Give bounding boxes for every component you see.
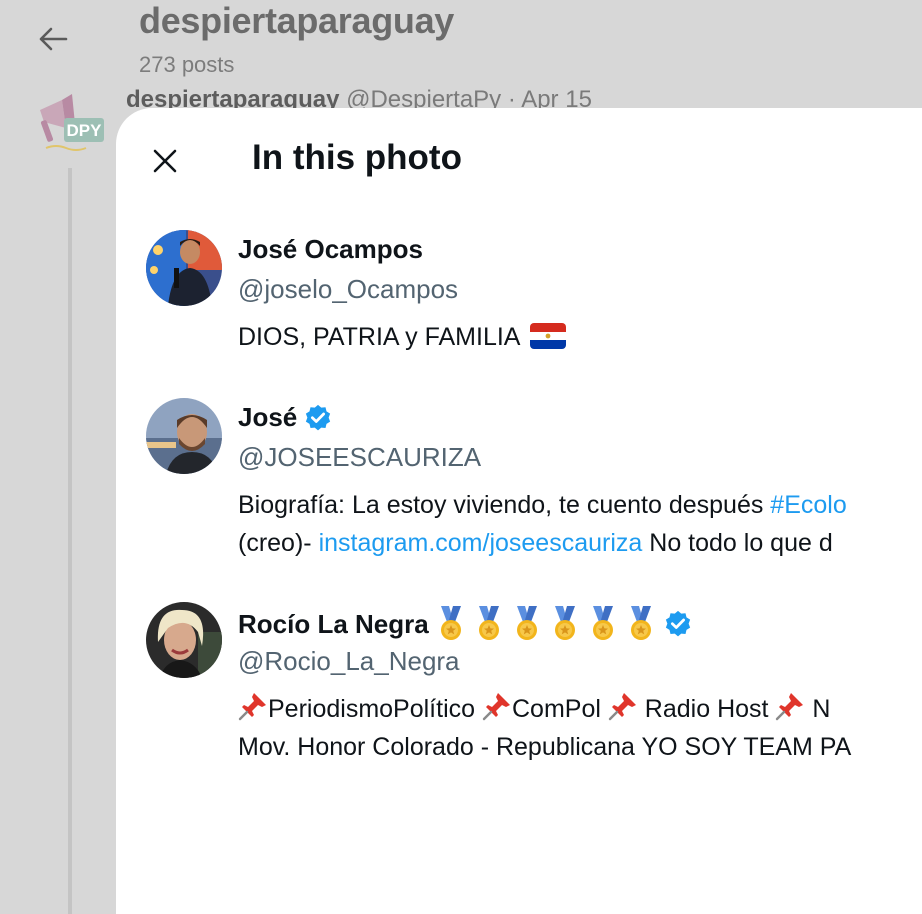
- bio-tag: ComPol: [511, 695, 601, 723]
- profile-avatar[interactable]: DPY: [32, 88, 106, 154]
- back-arrow-icon[interactable]: [36, 22, 70, 56]
- bio-tag: PeriodismoPolítico: [268, 695, 476, 723]
- person-handle[interactable]: @Rocio_La_Negra: [238, 646, 460, 677]
- avatar[interactable]: [146, 230, 222, 306]
- profile-title: despiertaparaguay: [139, 0, 455, 41]
- paraguay-flag-icon: [530, 323, 567, 349]
- pushpin-icon: [608, 693, 636, 721]
- person-bio: Biografía: La estoy viviendo, te cuento …: [238, 491, 847, 557]
- medal-icon: [554, 606, 575, 640]
- svg-text:DPY: DPY: [67, 121, 103, 140]
- close-button[interactable]: [144, 140, 186, 182]
- bio-tag: Radio Host: [637, 695, 769, 723]
- person-bio: DIOS, PATRIA y FAMILIA: [238, 318, 567, 356]
- in-this-photo-modal: In this photo José Ocampos @joselo_Ocamp…: [116, 108, 922, 914]
- person-handle[interactable]: @joselo_Ocampos: [238, 274, 458, 305]
- person-name[interactable]: José: [238, 402, 333, 433]
- person-name[interactable]: José Ocampos: [238, 234, 423, 265]
- medal-emoji-group: [435, 606, 657, 642]
- verified-badge-icon: [306, 404, 331, 430]
- post-count: 273 posts: [139, 52, 235, 77]
- avatar[interactable]: [146, 602, 222, 678]
- close-icon: [153, 149, 177, 173]
- avatar[interactable]: [146, 398, 222, 474]
- medal-icon: [630, 606, 651, 640]
- medal-icon: [440, 606, 461, 640]
- person-handle[interactable]: @JOSEESCAURIZA: [238, 442, 481, 473]
- verified-badge-icon: [665, 610, 690, 637]
- hashtag-link[interactable]: #Ecolo: [770, 491, 846, 519]
- modal-title: In this photo: [252, 138, 462, 177]
- medal-icon: [516, 606, 537, 640]
- pushpin-icon: [482, 693, 510, 721]
- pushpin-icon: [238, 693, 266, 721]
- pushpin-icon: [776, 693, 804, 721]
- instagram-link[interactable]: instagram.com/joseescauriza: [319, 529, 643, 557]
- bio-line: PeriodismoPolítico ComPol Radio Host N: [238, 690, 851, 728]
- medal-icon: [592, 606, 613, 640]
- medal-icon: [478, 606, 499, 640]
- bio-line: Mov. Honor Colorado - Republicana YO SOY…: [238, 733, 852, 761]
- person-name[interactable]: Rocío La Negra: [238, 606, 693, 642]
- person-bio: PeriodismoPolítico ComPol Radio Host N M…: [238, 690, 851, 766]
- thread-line: [68, 168, 72, 914]
- bio-tag: N: [805, 695, 831, 723]
